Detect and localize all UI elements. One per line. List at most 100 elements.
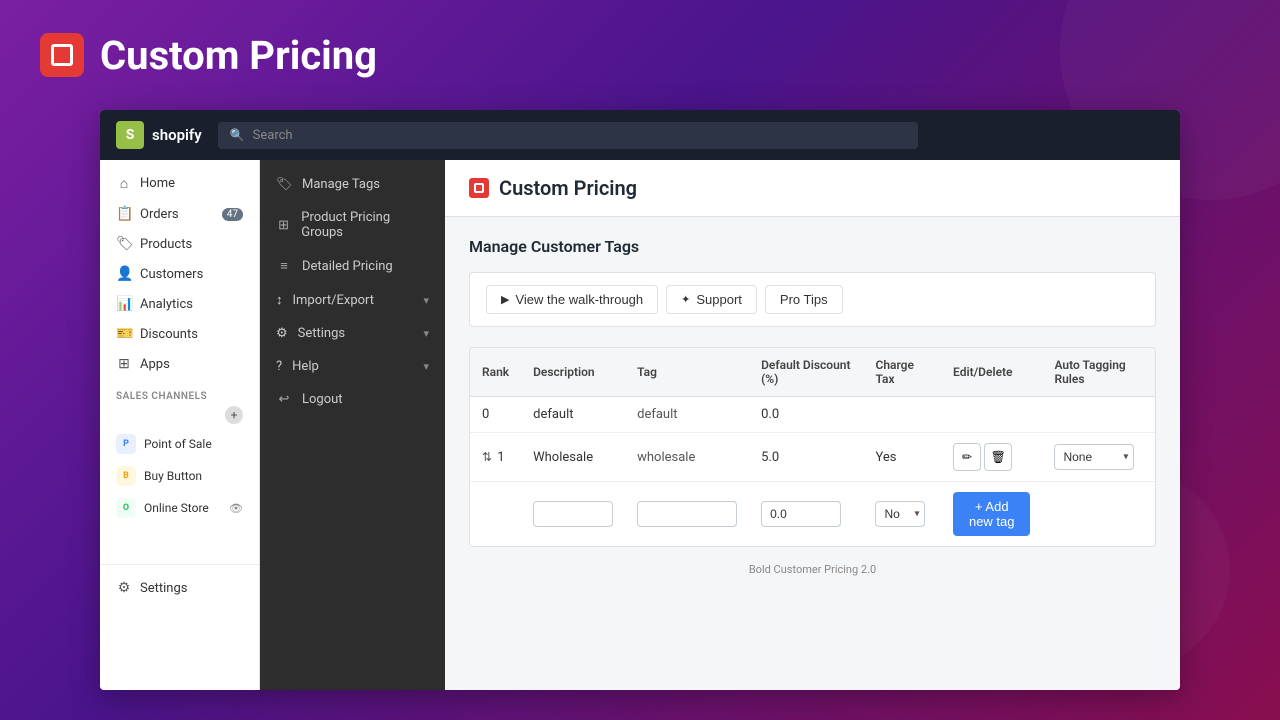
- analytics-icon: 📊: [116, 296, 132, 312]
- top-banner: Custom Pricing: [0, 0, 1280, 110]
- sales-channels-title: SALES CHANNELS: [100, 379, 259, 406]
- edit-button[interactable]: ✏: [953, 443, 981, 471]
- delete-button[interactable]: 🗑: [984, 443, 1012, 471]
- auto-tagging-select[interactable]: None: [1054, 444, 1134, 470]
- row1-discount: 5.0: [749, 433, 863, 482]
- search-placeholder: Search: [253, 128, 293, 143]
- sidebar-item-orders[interactable]: 📋 Orders 47: [100, 199, 259, 229]
- table-header-row: Rank Description Tag Default Discount (%…: [470, 348, 1155, 397]
- search-bar[interactable]: 🔍 Search: [218, 122, 918, 149]
- shopify-logo: S shopify: [116, 121, 202, 149]
- new-row-discount: [749, 482, 863, 547]
- sidebar-bottom: ⚙ Settings: [100, 564, 259, 611]
- main-row: ⌂ Home 📋 Orders 47 🏷 Products 👤 Customer…: [100, 160, 1180, 690]
- row0-edit-delete: [941, 397, 1042, 433]
- submenu-item-import-export[interactable]: ↕ Import/Export ▾: [260, 283, 445, 317]
- new-row-description: [521, 482, 625, 547]
- submenu-item-product-pricing-groups[interactable]: ⊞ Product Pricing Groups: [260, 201, 445, 249]
- product-pricing-icon: ⊞: [276, 218, 291, 233]
- rank-sort-icon: ⇅: [482, 450, 492, 464]
- sidebar-item-customers[interactable]: 👤 Customers: [100, 259, 259, 289]
- orders-icon: 📋: [116, 206, 132, 222]
- support-icon: ✦: [681, 293, 690, 306]
- add-channel-button[interactable]: +: [225, 406, 243, 424]
- sidebar-item-home[interactable]: ⌂ Home: [100, 168, 259, 199]
- page-header: Custom Pricing: [445, 160, 1180, 217]
- orders-badge: 47: [222, 208, 243, 221]
- row0-rank: 0: [470, 397, 521, 433]
- new-row-actions: + Add new tag: [941, 482, 1042, 547]
- buy-button-icon: B: [116, 466, 136, 486]
- sidebar-item-point-of-sale[interactable]: P Point of Sale: [100, 428, 259, 460]
- logout-icon: ↩: [276, 392, 292, 407]
- col-tag: Tag: [625, 348, 749, 397]
- row1-rank: ⇅ ⇅ 11: [470, 433, 521, 482]
- new-description-input[interactable]: [533, 501, 613, 527]
- row1-charge-tax: Yes: [863, 433, 941, 482]
- table-row: 0 default default 0.0: [470, 397, 1155, 433]
- settings-gear-icon: ⚙: [116, 580, 132, 596]
- sidebar: ⌂ Home 📋 Orders 47 🏷 Products 👤 Customer…: [100, 160, 260, 690]
- submenu-item-settings[interactable]: ⚙ Settings ▾: [260, 317, 445, 350]
- new-row-charge-tax: No Yes: [863, 482, 941, 547]
- submenu-item-logout[interactable]: ↩ Logout: [260, 383, 445, 416]
- pro-tips-button[interactable]: Pro Tips: [765, 285, 843, 314]
- admin-container: S shopify 🔍 Search ⌂ Home 📋 Orders 47 🏷 …: [100, 110, 1180, 690]
- support-button[interactable]: ✦ Support: [666, 285, 757, 314]
- sidebar-item-apps[interactable]: ⊞ Apps: [100, 349, 259, 379]
- row0-auto-tagging: [1042, 397, 1155, 433]
- submenu-settings-icon: ⚙: [276, 326, 288, 341]
- new-tag-input[interactable]: [637, 501, 737, 527]
- apps-icon: ⊞: [116, 356, 132, 372]
- new-row-rank: [470, 482, 521, 547]
- row1-auto-tagging: None: [1042, 433, 1155, 482]
- sidebar-item-buy-button[interactable]: B Buy Button: [100, 460, 259, 492]
- page-title: Custom Pricing: [499, 176, 637, 200]
- content-footer: Bold Customer Pricing 2.0: [469, 547, 1156, 592]
- col-discount: Default Discount (%): [749, 348, 863, 397]
- new-charge-tax-wrapper: No Yes: [875, 501, 925, 527]
- submenu-item-detailed-pricing[interactable]: ≡ Detailed Pricing: [260, 249, 445, 283]
- row0-description: default: [521, 397, 625, 433]
- help-arrow: ▾: [423, 360, 429, 373]
- app-title: Custom Pricing: [100, 32, 377, 79]
- pricing-table: Rank Description Tag Default Discount (%…: [469, 347, 1156, 547]
- sidebar-item-discounts[interactable]: 🎫 Discounts: [100, 319, 259, 349]
- add-new-tag-button[interactable]: + Add new tag: [953, 492, 1030, 536]
- submenu-item-help[interactable]: ? Help ▾: [260, 350, 445, 383]
- settings-arrow: ▾: [423, 327, 429, 340]
- row0-tag: default: [625, 397, 749, 433]
- row1-tag: wholesale: [625, 433, 749, 482]
- row0-discount: 0.0: [749, 397, 863, 433]
- top-nav: S shopify 🔍 Search: [100, 110, 1180, 160]
- row0-charge-tax: [863, 397, 941, 433]
- new-discount-input[interactable]: [761, 501, 841, 527]
- discounts-icon: 🎫: [116, 326, 132, 342]
- shopify-text: shopify: [152, 126, 202, 144]
- sidebar-item-products[interactable]: 🏷 Products: [100, 229, 259, 259]
- home-icon: ⌂: [116, 175, 132, 192]
- row1-edit-delete: ✏ 🗑: [941, 433, 1042, 482]
- app-icon: [40, 33, 84, 77]
- walkthrough-button[interactable]: ▶ View the walk-through: [486, 285, 658, 314]
- section-title: Manage Customer Tags: [469, 237, 1156, 256]
- col-edit-delete: Edit/Delete: [941, 348, 1042, 397]
- submenu-item-manage-tags[interactable]: 🏷 Manage Tags: [260, 168, 445, 201]
- content-area: Custom Pricing Manage Customer Tags ▶ Vi…: [445, 160, 1180, 690]
- col-charge-tax: Charge Tax: [863, 348, 941, 397]
- import-export-icon: ↕: [276, 292, 283, 308]
- table-row: ⇅ ⇅ 11 Wholesale wholesale 5.0 Yes ✏ 🗑: [470, 433, 1155, 482]
- new-row-auto-tagging: [1042, 482, 1155, 547]
- sidebar-item-settings[interactable]: ⚙ Settings: [100, 573, 259, 603]
- new-charge-tax-select[interactable]: No Yes: [875, 501, 925, 527]
- sidebar-item-online-store[interactable]: O Online Store 👁: [100, 492, 259, 524]
- new-row-tag: [625, 482, 749, 547]
- col-description: Description: [521, 348, 625, 397]
- search-icon: 🔍: [230, 128, 245, 142]
- submenu-panel: 🏷 Manage Tags ⊞ Product Pricing Groups ≡…: [260, 160, 445, 690]
- detailed-pricing-icon: ≡: [276, 258, 292, 274]
- manage-tags-icon: 🏷: [276, 177, 292, 192]
- products-icon: 🏷: [116, 236, 132, 252]
- footer-text: Bold Customer Pricing 2.0: [749, 563, 876, 576]
- sidebar-item-analytics[interactable]: 📊 Analytics: [100, 289, 259, 319]
